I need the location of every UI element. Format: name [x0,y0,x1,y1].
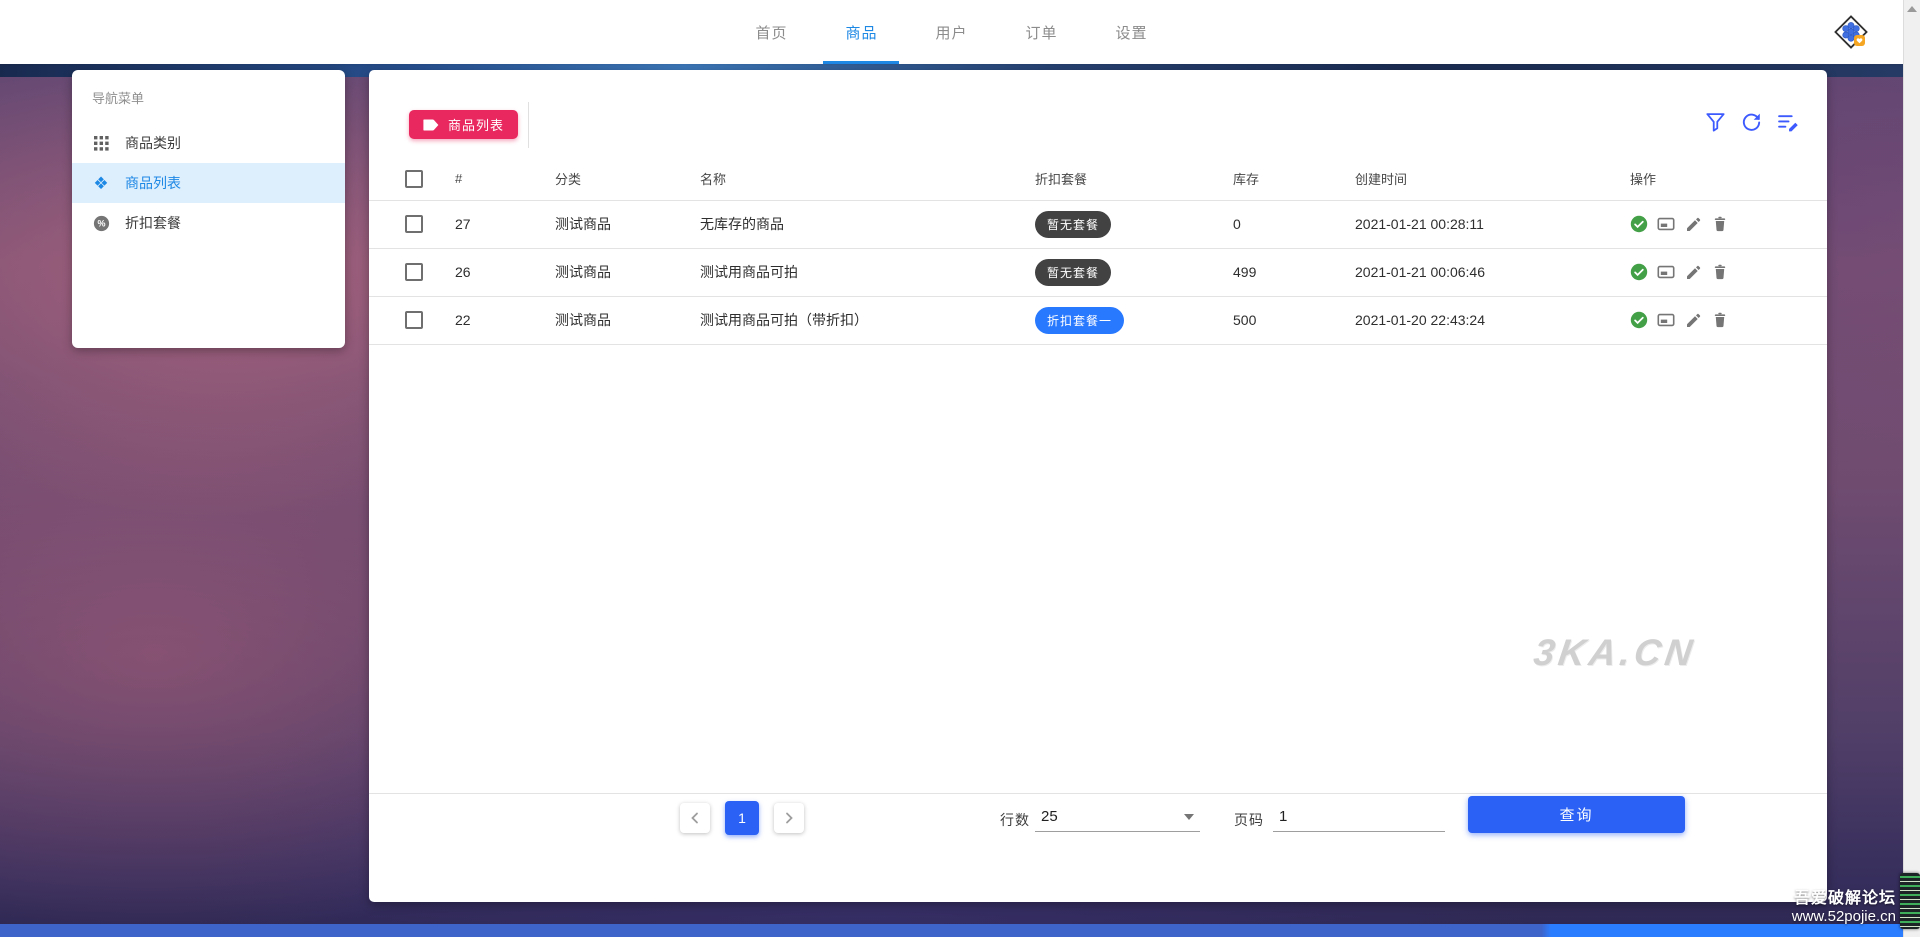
rows-per-page-value: 25 [1041,808,1058,825]
row-actions [1630,215,1827,233]
table-toolbar-icons [1705,112,1799,133]
table-row: 27 测试商品 无库存的商品 暂无套餐 0 2021-01-21 00:28:1… [369,200,1827,249]
table-row: 22 测试商品 测试用商品可拍（带折扣） 折扣套餐一 500 2021-01-2… [369,296,1827,345]
cell-stock: 499 [1233,248,1355,297]
table-header-row: # 分类 名称 折扣套餐 库存 创建时间 操作 [369,158,1827,201]
cell-id: 22 [455,296,555,345]
card-icon[interactable] [1657,215,1675,233]
main-nav: 首页 商品 用户 订单 设置 [733,0,1169,64]
filter-icon[interactable] [1705,112,1726,133]
grid-icon [92,135,110,151]
row-actions [1630,311,1827,329]
card-icon[interactable] [1657,263,1675,281]
delete-trash-icon[interactable] [1711,263,1729,281]
site-watermark: 吾爱破解论坛 www.52pojie.cn [1792,884,1896,925]
sidebar-item-discount-package[interactable]: % 折扣套餐 [72,203,345,243]
cell-category: 测试商品 [555,296,700,345]
nav-tab-products[interactable]: 商品 [823,0,900,64]
pagination-page-1-button[interactable]: 1 [725,801,759,835]
top-navbar: 首页 商品 用户 订单 设置 [0,0,1903,64]
cell-name: 无库存的商品 [700,200,1035,249]
delete-trash-icon[interactable] [1711,311,1729,329]
package-badge: 暂无套餐 [1035,210,1112,238]
sidebar-item-label: 商品类别 [125,135,181,151]
table-row: 26 测试商品 测试用商品可拍 暂无套餐 499 2021-01-21 00:0… [369,248,1827,297]
chevron-left-icon [691,812,698,824]
row-checkbox[interactable] [405,263,423,282]
cell-name: 测试用商品可拍（带折扣） [700,296,1035,345]
chevron-down-icon [1184,813,1194,820]
approve-check-icon[interactable] [1630,311,1648,329]
sidebar-item-product-list[interactable]: ❖ 商品列表 [72,163,345,203]
cell-id: 26 [455,248,555,297]
tag-icon [423,119,439,130]
page-number-input[interactable] [1273,802,1445,832]
product-table: # 分类 名称 折扣套餐 库存 创建时间 操作 27 测试商品 无库存的商品 暂… [369,158,1827,345]
package-badge: 暂无套餐 [1035,258,1112,286]
edit-pencil-icon[interactable] [1684,311,1702,329]
app-logo-icon[interactable] [1831,12,1871,52]
diamonds-icon: ❖ [93,173,109,193]
footer-divider [369,793,1827,794]
nav-tab-orders[interactable]: 订单 [1004,0,1080,64]
cell-created: 2021-01-20 22:43:24 [1355,296,1630,345]
column-header-actions: 操作 [1630,158,1827,201]
approve-check-icon[interactable] [1630,263,1648,281]
nav-tab-home[interactable]: 首页 [733,0,809,64]
nav-tab-settings[interactable]: 设置 [1094,0,1170,64]
column-header-package: 折扣套餐 [1035,158,1233,201]
background-blue-strip-bottom [0,924,1903,937]
rows-per-page-select[interactable]: 25 [1035,802,1200,832]
cell-stock: 500 [1233,296,1355,345]
cell-created: 2021-01-21 00:28:11 [1355,200,1630,249]
card-watermark: 3KA.CN [1531,632,1699,673]
site-watermark-logo-icon [1900,873,1920,929]
page-number-label: 页码 [1234,812,1264,828]
cell-id: 27 [455,200,555,249]
column-header-category: 分类 [555,158,700,201]
delete-trash-icon[interactable] [1711,215,1729,233]
sidebar-item-label: 商品列表 [125,175,181,191]
approve-check-icon[interactable] [1630,215,1648,233]
sidebar-card: 导航菜单 商品类别 ❖ 商品列表 % 折扣套餐 [72,70,345,348]
refresh-icon[interactable] [1741,112,1762,133]
list-edit-icon[interactable] [1777,112,1799,133]
discount-icon: % [92,215,110,232]
sidebar-item-product-category[interactable]: 商品类别 [72,123,345,163]
cell-created: 2021-01-21 00:06:46 [1355,248,1630,297]
pagination-prev-button[interactable] [680,803,710,833]
select-all-checkbox[interactable] [405,169,423,188]
package-badge: 折扣套餐一 [1035,306,1125,334]
card-icon[interactable] [1657,311,1675,329]
sidebar-title: 导航菜单 [92,91,145,106]
column-header-name: 名称 [700,158,1035,201]
sidebar-item-label: 折扣套餐 [125,215,181,231]
column-header-created: 创建时间 [1355,158,1630,201]
cell-category: 测试商品 [555,248,700,297]
cell-category: 测试商品 [555,200,700,249]
column-header-id: # [455,158,555,201]
nav-tab-users[interactable]: 用户 [913,0,989,64]
cell-stock: 0 [1233,200,1355,249]
page-scrollbar[interactable] [1903,0,1920,937]
scrollbar-up-arrow-icon[interactable] [1907,6,1917,12]
svg-text:%: % [97,218,105,228]
row-checkbox[interactable] [405,215,423,234]
product-list-button[interactable]: 商品列表 [409,110,519,139]
site-watermark-line1: 吾爱破解论坛 [1793,890,1896,907]
chevron-right-icon [786,812,793,824]
toolbar-divider [528,102,529,148]
query-button[interactable]: 查询 [1468,796,1685,833]
product-list-button-label: 商品列表 [448,118,505,133]
rows-per-page-label: 行数 [1000,812,1030,828]
row-checkbox[interactable] [405,311,423,330]
edit-pencil-icon[interactable] [1684,263,1702,281]
row-actions [1630,263,1827,281]
edit-pencil-icon[interactable] [1684,215,1702,233]
pagination-next-button[interactable] [774,803,804,833]
site-watermark-line2: www.52pojie.cn [1791,908,1896,925]
cell-name: 测试用商品可拍 [700,248,1035,297]
column-header-stock: 库存 [1233,158,1355,201]
product-list-card: 商品列表 # 分类 名称 折扣套餐 库存 创建时间 操作 27 测试商品 无库存… [369,70,1827,902]
